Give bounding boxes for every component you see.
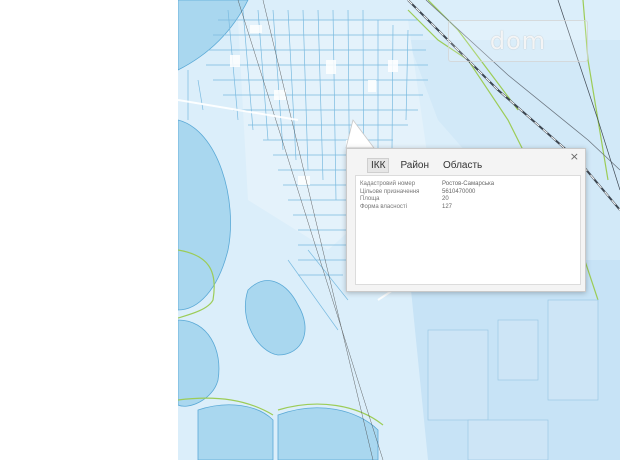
- info-row: Площа 20: [360, 196, 576, 204]
- info-key: Цільове призначення: [360, 188, 420, 195]
- info-value: 127: [442, 203, 453, 210]
- tab-ikk[interactable]: ІКК: [367, 157, 390, 173]
- info-key: Форма власності: [360, 203, 407, 210]
- info-value: 5610470000: [442, 188, 476, 195]
- tab-region[interactable]: Область: [440, 159, 485, 172]
- info-row: Форма власності 127: [360, 204, 576, 212]
- watermark-text: dom: [489, 27, 547, 55]
- close-icon[interactable]: ×: [570, 150, 579, 164]
- watermark-logo: dom: [448, 20, 588, 62]
- tab-district[interactable]: Район: [397, 159, 432, 172]
- parcel-info-popup: × ІКК Район Область Кадастровий номер Ро…: [346, 148, 586, 292]
- info-value: 20: [442, 196, 449, 202]
- info-key: Кадастровий номер: [360, 181, 416, 187]
- info-row: Цільове призначення 5610470000: [360, 189, 576, 197]
- info-key: Площа: [360, 196, 380, 202]
- left-blank-pane: [0, 0, 178, 460]
- info-value: Ростов-Самарська: [442, 181, 495, 187]
- info-row: Кадастровий номер Ростов-Самарська: [360, 181, 576, 189]
- popup-info-table: Кадастровий номер Ростов-Самарська Цільо…: [355, 175, 581, 285]
- popup-tabs: ІКК Район Область: [367, 157, 485, 173]
